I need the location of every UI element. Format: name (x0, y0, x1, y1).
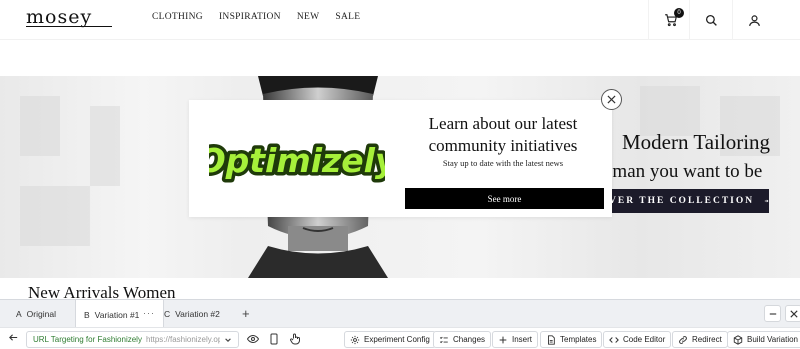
toolbar-label: Redirect (692, 335, 722, 344)
nav-clothing[interactable]: CLOTHING (152, 12, 203, 22)
tab-label: Variation #1 (94, 309, 140, 320)
close-icon (607, 95, 616, 104)
background-window (640, 86, 700, 136)
account-button[interactable] (732, 0, 776, 40)
insert-button[interactable]: Insert (492, 331, 539, 348)
url-targeting-name: URL Targeting for Fashionizely (33, 335, 142, 344)
back-arrow-icon[interactable] (8, 332, 19, 343)
code-icon (609, 336, 619, 343)
tab-original[interactable]: A Original (8, 300, 64, 328)
background-window (20, 96, 60, 156)
minimize-button[interactable] (764, 305, 781, 322)
tab-letter: B (84, 309, 90, 320)
chevron-down-icon (225, 337, 231, 342)
close-editor-button[interactable] (785, 305, 800, 322)
add-variation-button[interactable]: + (242, 306, 250, 321)
url-targeting-select[interactable]: URL Targeting for Fashionizely https://f… (26, 331, 239, 348)
link-icon (679, 335, 687, 344)
tab-more-menu[interactable]: ··· (143, 308, 155, 318)
cta-label: VER THE COLLECTION (609, 196, 755, 206)
close-icon (789, 309, 798, 318)
hero-subheading: eman you want to be (604, 161, 763, 182)
experiment-config-button[interactable]: Experiment Config (344, 331, 436, 348)
optimizely-logo-image: Optimizely Optimizely (209, 138, 385, 184)
list-icon (439, 336, 448, 343)
site-logo[interactable]: mosey (26, 6, 92, 28)
discover-collection-button[interactable]: VER THE COLLECTION (603, 189, 769, 213)
background-window (90, 106, 120, 186)
tab-letter: C (164, 309, 171, 319)
code-editor-button[interactable]: Code Editor (603, 331, 672, 348)
background-window (20, 186, 90, 246)
tab-letter: A (16, 309, 22, 319)
svg-text:Optimizely: Optimizely (209, 141, 385, 180)
search-button[interactable] (689, 0, 733, 40)
templates-button[interactable]: Templates (540, 331, 603, 348)
user-icon (749, 14, 760, 26)
main-nav: CLOTHING INSPIRATION NEW SALE (152, 12, 360, 22)
redirect-button[interactable]: Redirect (672, 331, 728, 348)
variation-tabs-bar: A Original B Variation #1 ··· C Variatio… (0, 299, 800, 329)
minimize-icon (769, 312, 776, 315)
toolbar-label: Changes (453, 335, 486, 344)
toolbar-label: Experiment Config (364, 335, 430, 344)
document-icon (548, 334, 555, 345)
tab-label: Original (26, 309, 56, 319)
modal-subtitle: Stay up to date with the latest news (442, 158, 564, 168)
gear-icon (350, 335, 360, 344)
arrow-right-icon (764, 199, 769, 203)
logo-underline (26, 26, 112, 27)
cart-count-badge: 0 (674, 8, 684, 18)
url-targeting-url: https://fashionizely.opti... (145, 335, 220, 344)
mobile-icon (270, 333, 278, 345)
toolbar-label: Build Variation (747, 335, 798, 344)
hero-heading: Modern Tailoring (622, 130, 771, 154)
device-preview-button[interactable] (267, 332, 281, 346)
tab-label: Variation #2 (175, 309, 220, 319)
preview-button[interactable] (246, 332, 260, 346)
plus-icon (499, 336, 507, 343)
see-more-button[interactable]: See more (405, 188, 604, 209)
eye-icon (247, 334, 259, 344)
editor-toolbar: URL Targeting for Fashionizely https://f… (0, 327, 800, 349)
modal-title: Learn about our latest community initiat… (428, 114, 578, 155)
changes-button[interactable]: Changes (433, 331, 492, 348)
toolbar-label: Code Editor (623, 335, 666, 344)
build-variation-button[interactable]: Build Variation (727, 331, 800, 348)
hand-pointer-icon (290, 333, 300, 345)
nav-new[interactable]: NEW (297, 12, 320, 22)
cart-button[interactable]: 0 (648, 0, 692, 40)
modal-close-button[interactable] (601, 89, 622, 110)
interact-mode-button[interactable] (288, 332, 302, 346)
toolbar-label: Templates (560, 335, 597, 344)
nav-sale[interactable]: SALE (335, 12, 360, 22)
nav-inspiration[interactable]: INSPIRATION (219, 12, 281, 22)
tab-variation-2[interactable]: C Variation #2 (156, 300, 228, 328)
toolbar-label: Insert (512, 335, 533, 344)
site-header: mosey CLOTHING INSPIRATION NEW SALE 0 (0, 0, 800, 40)
search-icon (705, 14, 717, 26)
cube-icon (733, 334, 743, 345)
